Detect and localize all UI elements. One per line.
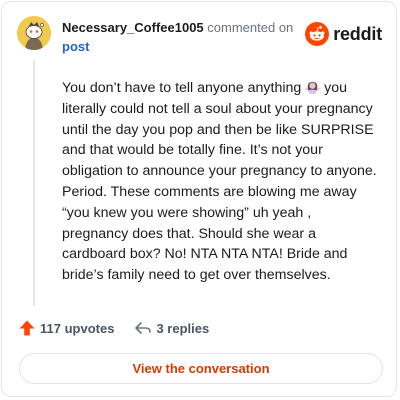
upvote-button[interactable]: 117 upvotes [18, 319, 114, 337]
reddit-wordmark: reddit [333, 23, 382, 44]
thread-line [33, 60, 35, 306]
avatar[interactable] [17, 16, 51, 50]
reddit-logo-icon [305, 22, 330, 46]
comment-card: Necessary_Coffee1005 commented on post r… [1, 1, 397, 397]
upvote-arrow-icon [19, 320, 35, 336]
reddit-brand[interactable]: reddit [305, 22, 382, 46]
username[interactable]: Necessary_Coffee1005 [62, 20, 204, 35]
comment-footer: 117 upvotes 3 replies [18, 319, 229, 337]
view-conversation-button[interactable]: View the conversation [19, 353, 383, 384]
reply-arrow-icon [135, 322, 152, 334]
upvote-count: 117 upvotes [40, 320, 115, 336]
woman-shrugging-emoji-icon [305, 82, 321, 94]
replies-button[interactable]: 3 replies [134, 320, 209, 336]
snoo-avatar-icon [17, 16, 51, 50]
comment-header: Necessary_Coffee1005 commented on post [62, 18, 312, 56]
post-link[interactable]: post [62, 37, 312, 56]
commented-on-label: commented on [207, 20, 294, 35]
view-conversation-label: View the conversation [132, 361, 270, 376]
reply-count: 3 replies [156, 320, 210, 336]
comment-text-part-2: you literally could not tell a soul abou… [62, 80, 377, 284]
comment-body: You don’t have to tell anyone anything y… [62, 78, 380, 286]
comment-text-part-1: You don’t have to tell anyone anything [62, 80, 302, 96]
